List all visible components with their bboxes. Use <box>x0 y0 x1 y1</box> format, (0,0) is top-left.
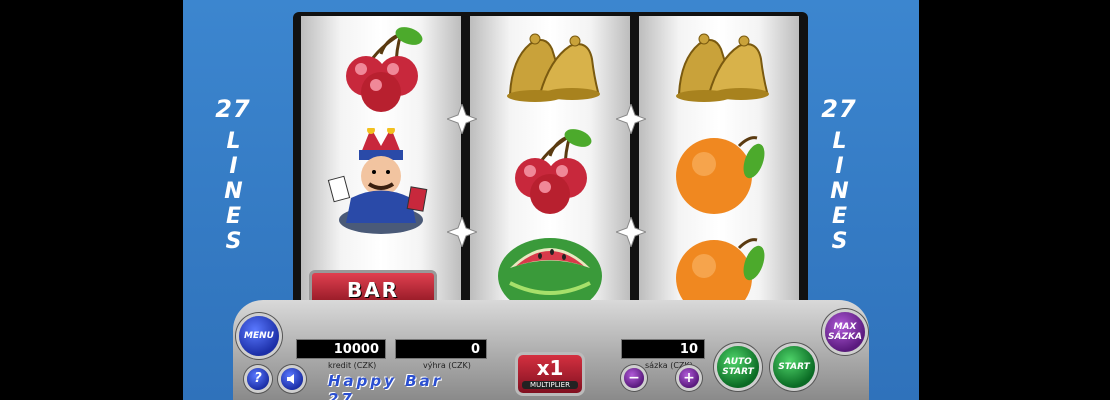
auto-start-label: AUTO START <box>722 357 754 377</box>
lines-count-right: 27 <box>821 95 857 123</box>
star-icon <box>447 104 477 134</box>
sound-button[interactable] <box>281 368 303 390</box>
multiplier-badge: x1 MULTIPLIER <box>515 352 585 396</box>
bells-icon <box>507 33 600 102</box>
help-button[interactable]: ? <box>247 368 269 390</box>
lines-indicator-right: 27 LINES <box>809 95 869 254</box>
credit-display: 10000 <box>296 339 386 359</box>
lines-count-left: 27 <box>215 95 251 123</box>
cherries-icon <box>515 129 592 214</box>
bar-symbol-label: BAR <box>346 278 400 302</box>
cherries-icon <box>346 27 423 112</box>
reel-3 <box>639 16 799 328</box>
star-icon <box>447 217 477 247</box>
plus-icon: + <box>683 370 695 386</box>
orange-icon <box>676 136 765 214</box>
win-label: výhra (CZK) <box>423 361 471 370</box>
help-icon: ? <box>254 371 262 386</box>
reels-frame: BAR <box>293 12 808 332</box>
lines-word-right: LINES <box>827 129 852 254</box>
speaker-icon <box>287 374 294 384</box>
win-display: 0 <box>395 339 487 359</box>
minus-icon: − <box>628 370 640 386</box>
bet-decrease-button[interactable]: − <box>624 368 644 388</box>
auto-start-button[interactable]: AUTO START <box>717 346 759 388</box>
reel-2 <box>470 16 630 328</box>
star-icon <box>616 104 646 134</box>
reel-1: BAR <box>301 16 461 328</box>
lines-word-left: LINES <box>221 129 246 254</box>
multiplier-value: x1 <box>536 356 564 380</box>
max-bet-label: MAX SÁZKA <box>828 322 862 342</box>
start-button[interactable]: START <box>773 346 815 388</box>
credit-label: kredit (CZK) <box>328 361 377 370</box>
menu-button[interactable]: MENU <box>239 316 279 356</box>
lines-indicator-left: 27 LINES <box>203 95 263 254</box>
bet-increase-button[interactable]: + <box>679 368 699 388</box>
menu-button-label: MENU <box>244 331 274 341</box>
multiplier-label: MULTIPLIER <box>522 381 578 389</box>
bet-display: 10 <box>621 339 705 359</box>
game-stage: 27 LINES 27 LINES BAR MENU ? 10000 kredi… <box>183 0 919 400</box>
joker-icon <box>327 128 428 234</box>
star-icon <box>616 217 646 247</box>
start-label: START <box>778 362 810 372</box>
bells-icon <box>676 33 769 102</box>
max-bet-button[interactable]: MAX SÁZKA <box>825 312 865 352</box>
game-title: Happy Bar 27 <box>328 372 444 400</box>
